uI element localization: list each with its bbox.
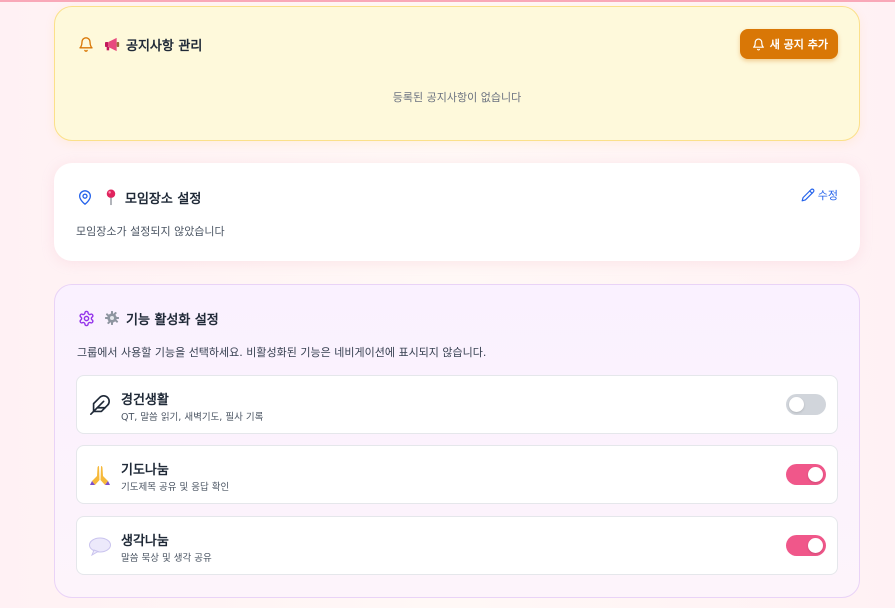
- speech-bubble-icon: [87, 533, 113, 559]
- location-card: 모임장소 설정 수정 모임장소가 설정되지 않았습니다: [54, 163, 860, 261]
- location-empty-text: 모임장소가 설정되지 않았습니다: [76, 225, 225, 238]
- gear-emoji-icon: [103, 309, 121, 327]
- toggle-devotion[interactable]: [786, 394, 826, 415]
- feature-item-prayer: 기도나눔 기도제목 공유 및 응답 확인: [76, 445, 838, 504]
- edit-location-button[interactable]: 수정: [801, 187, 838, 203]
- top-accent-line: [0, 0, 895, 2]
- bell-icon: [77, 35, 95, 53]
- map-pin-icon: [76, 188, 94, 206]
- edit-location-label: 수정: [817, 189, 838, 202]
- features-description: 그룹에서 사용할 기능을 선택하세요. 비활성화된 기능은 네비게이션에 표시되…: [77, 346, 487, 359]
- feature-description: 기도제목 공유 및 응답 확인: [121, 482, 230, 493]
- feature-description: QT, 말씀 읽기, 새벽기도, 필사 기록: [121, 412, 264, 423]
- add-notice-label: 새 공지 추가: [769, 38, 828, 51]
- megaphone-icon: [103, 35, 121, 53]
- gear-icon: [77, 309, 95, 327]
- feather-icon: [87, 392, 113, 418]
- toggle-knob: [808, 467, 823, 482]
- pushpin-icon: [102, 188, 120, 206]
- notices-empty-text: 등록된 공지사항이 없습니다: [392, 91, 522, 104]
- toggle-prayer[interactable]: [786, 464, 826, 485]
- toggle-knob: [808, 538, 823, 553]
- feature-name: 기도나눔: [121, 463, 169, 478]
- add-notice-button[interactable]: 새 공지 추가: [739, 29, 838, 59]
- feature-name: 생각나눔: [121, 534, 169, 549]
- location-title: 모임장소 설정: [125, 191, 202, 207]
- location-header: 모임장소 설정: [76, 185, 838, 209]
- praying-hands-icon: [87, 462, 113, 488]
- features-title: 기능 활성화 설정: [126, 312, 219, 328]
- feature-item-devotion: 경건생활 QT, 말씀 읽기, 새벽기도, 필사 기록: [76, 375, 838, 434]
- feature-description: 말씀 묵상 및 생각 공유: [121, 553, 212, 564]
- toggle-knob: [789, 397, 804, 412]
- feature-name: 경건생활: [121, 393, 169, 408]
- notices-title: 공지사항 관리: [126, 38, 203, 54]
- notices-card: 공지사항 관리 새 공지 추가 등록된 공지사항이 없습니다: [54, 6, 860, 141]
- features-header: 기능 활성화 설정: [77, 306, 837, 330]
- pencil-icon: [801, 188, 815, 202]
- notices-header: 공지사항 관리: [77, 32, 837, 56]
- bell-icon: [752, 38, 764, 50]
- feature-item-thoughts: 생각나눔 말씀 묵상 및 생각 공유: [76, 516, 838, 575]
- toggle-thoughts[interactable]: [786, 535, 826, 556]
- features-card: 기능 활성화 설정 그룹에서 사용할 기능을 선택하세요. 비활성화된 기능은 …: [54, 284, 860, 598]
